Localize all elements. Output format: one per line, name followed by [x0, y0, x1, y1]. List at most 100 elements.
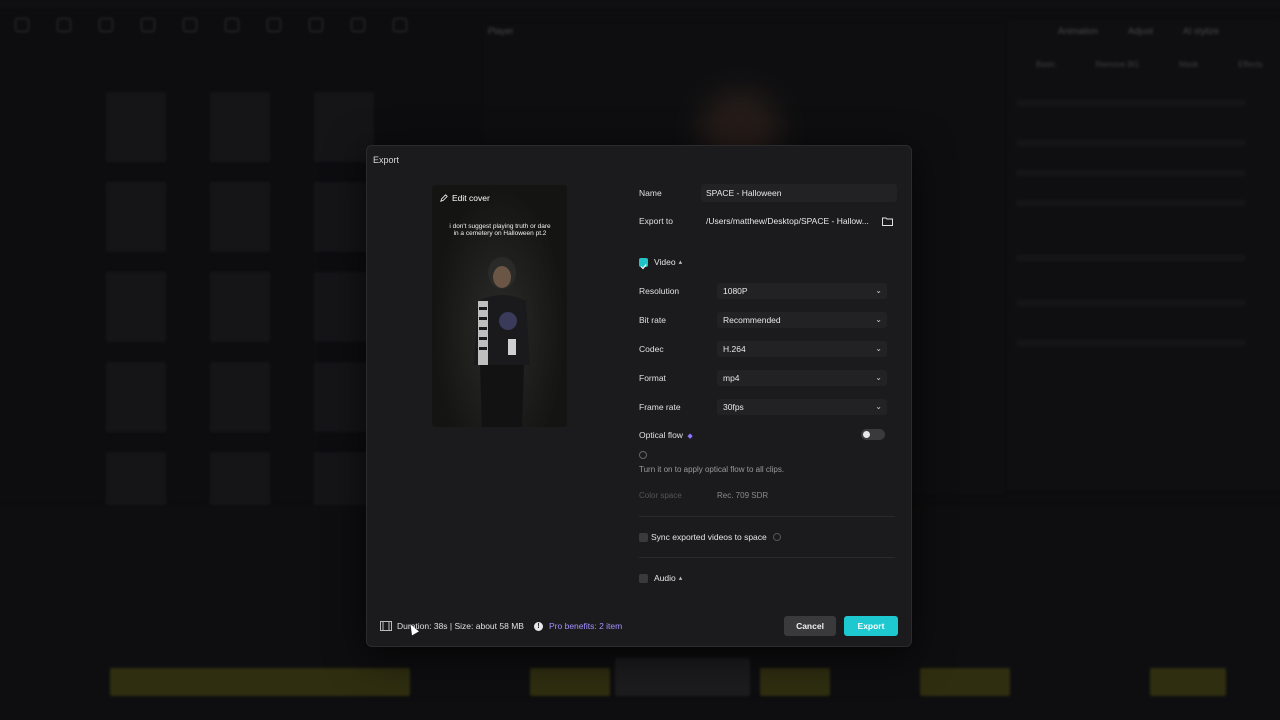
title-bar: [0, 0, 1280, 8]
toolbar-item: [130, 10, 166, 50]
divider: [639, 516, 895, 517]
media-thumbnail: [314, 182, 374, 252]
media-thumbnail: [210, 182, 270, 252]
timeline-clip: [615, 658, 750, 696]
media-thumbnail: [106, 92, 166, 162]
folder-icon[interactable]: [879, 213, 895, 229]
media-thumbnail: [210, 272, 270, 342]
codec-select[interactable]: H.264 ⌄: [717, 341, 887, 357]
toolbar-item: [340, 10, 376, 50]
media-thumbnail: [106, 272, 166, 342]
optical-flow-toggle[interactable]: [861, 429, 885, 440]
pencil-icon: [440, 194, 448, 202]
property-row: [1016, 255, 1246, 261]
timeline-clip: [760, 668, 830, 696]
media-thumbnail: [210, 92, 270, 162]
video-section-label: Video: [654, 257, 676, 267]
optical-flow-hint: Turn it on to apply optical flow to all …: [639, 465, 785, 474]
media-thumbnail: [314, 362, 374, 432]
timeline-clip: [110, 668, 410, 696]
property-row: [1016, 300, 1246, 306]
cancel-button[interactable]: Cancel: [784, 616, 836, 636]
properties-tab: Adjust: [1128, 26, 1154, 36]
cover-preview[interactable]: Edit cover i don't suggest playing truth…: [432, 185, 567, 427]
color-space-label: Color space: [639, 491, 682, 500]
toolbar-item: [214, 10, 250, 50]
frame-rate-value: 30fps: [723, 402, 744, 412]
properties-subtab: Effects: [1238, 60, 1263, 69]
media-thumbnail: [210, 362, 270, 432]
info-icon: [639, 451, 647, 459]
toggle-knob: [863, 431, 870, 438]
frame-rate-label: Frame rate: [639, 402, 681, 412]
media-grid: [106, 92, 374, 522]
resolution-value: 1080P: [723, 286, 748, 296]
optical-flow-text: Optical flow: [639, 430, 683, 440]
timeline-clip: [1150, 668, 1226, 696]
checkmark-icon: [640, 264, 647, 270]
cover-caption: i don't suggest playing truth or dare in…: [449, 223, 551, 237]
color-space-value: Rec. 709 SDR: [717, 491, 769, 500]
codec-label: Codec: [639, 344, 664, 354]
main-toolbar: [0, 10, 484, 50]
property-row: [1016, 100, 1246, 106]
media-thumbnail: [314, 272, 374, 342]
chevron-down-icon: ⌄: [875, 373, 882, 382]
property-row: [1016, 140, 1246, 146]
properties-subtab: Mask: [1179, 60, 1199, 69]
player-title: Player: [488, 26, 514, 36]
export-dialog: Export Edit cover i don't suggest playin…: [366, 145, 912, 647]
resolution-select[interactable]: 1080P ⌄: [717, 283, 887, 299]
sync-label[interactable]: Sync exported videos to space: [651, 532, 781, 542]
edit-cover-button[interactable]: Edit cover: [440, 193, 490, 203]
toolbar-item: [298, 10, 334, 50]
name-input[interactable]: SPACE - Halloween: [701, 184, 897, 202]
video-section-header[interactable]: Video ▴: [654, 257, 682, 267]
sync-label-text: Sync exported videos to space: [651, 532, 767, 542]
toolbar-item: [172, 10, 208, 50]
audio-checkbox[interactable]: [639, 574, 648, 583]
format-value: mp4: [723, 373, 740, 383]
properties-tab: AI stylize: [1183, 26, 1220, 36]
toolbar-item: [4, 10, 40, 50]
bit-rate-select[interactable]: Recommended ⌄: [717, 312, 887, 328]
export-path-field[interactable]: /Users/matthew/Desktop/SPACE - Hallow...: [701, 212, 880, 230]
film-icon: [380, 621, 392, 631]
chevron-down-icon: ⌄: [875, 286, 882, 295]
toolbar-item: [88, 10, 124, 50]
chevron-up-icon: ▴: [678, 259, 683, 266]
properties-subtabs: Basic Remove BG Mask Effects: [1036, 60, 1263, 69]
info-icon[interactable]: !: [534, 622, 543, 631]
properties-subtab: Basic: [1036, 60, 1056, 69]
properties-subtab: Remove BG: [1095, 60, 1140, 69]
export-to-label: Export to: [639, 216, 674, 226]
media-thumbnail: [106, 182, 166, 252]
cover-person-image: [474, 257, 530, 427]
chevron-down-icon: ⌄: [875, 344, 882, 353]
frame-rate-select[interactable]: 30fps ⌄: [717, 399, 887, 415]
bit-rate-label: Bit rate: [639, 315, 666, 325]
property-row: [1016, 170, 1246, 176]
properties-tabs: Animation Adjust AI stylize: [1058, 26, 1219, 36]
audio-section-label: Audio: [654, 573, 676, 583]
optical-flow-label: Optical flow ◆: [639, 430, 693, 440]
sync-checkbox[interactable]: [639, 533, 648, 542]
toolbar-item: [256, 10, 292, 50]
pro-benefits-link[interactable]: Pro benefits: 2 item: [549, 621, 622, 631]
properties-tab: Animation: [1058, 26, 1099, 36]
format-select[interactable]: mp4 ⌄: [717, 370, 887, 386]
video-checkbox[interactable]: [639, 258, 648, 270]
media-thumbnail: [314, 92, 374, 162]
help-icon: [772, 533, 781, 541]
property-row: [1016, 200, 1246, 206]
resolution-label: Resolution: [639, 286, 680, 296]
media-sidebar: [0, 58, 84, 258]
export-button[interactable]: Export: [844, 616, 898, 636]
timeline-clip: [530, 668, 610, 696]
toolbar-item: [46, 10, 82, 50]
audio-section-header[interactable]: Audio ▴: [654, 573, 682, 583]
format-label: Format: [639, 373, 666, 383]
name-label: Name: [639, 188, 662, 198]
chevron-down-icon: ⌄: [875, 315, 882, 324]
media-thumbnail: [106, 362, 166, 432]
